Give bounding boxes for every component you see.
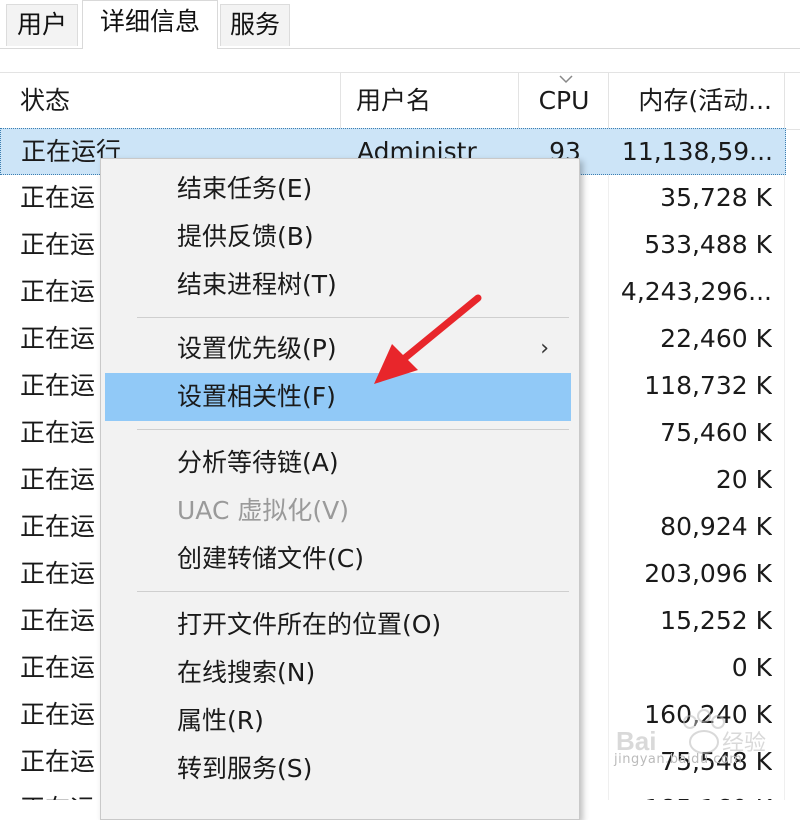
cell-memory: 0 K	[731, 653, 772, 682]
watermark-url: jingyan.baidu.com	[614, 752, 743, 767]
table-header: 状态 用户名 CPU 内存(活动...	[0, 72, 800, 130]
cell-memory: 118,732 K	[644, 371, 772, 400]
cell-memory: 4,243,296...	[620, 277, 772, 306]
menu-item-go-to-services[interactable]: 转到服务(S)	[105, 745, 571, 793]
cell-memory: 80,924 K	[660, 512, 772, 541]
menu-item-label: 设置优先级(P)	[177, 334, 337, 363]
cell-memory: 15,252 K	[660, 606, 772, 635]
menu-item-set-affinity[interactable]: 设置相关性(F)	[105, 373, 571, 421]
tab-details[interactable]: 详细信息	[82, 0, 218, 49]
column-divider[interactable]	[608, 73, 609, 129]
tab-users[interactable]: 用户	[6, 4, 78, 46]
menu-item-provide-feedback[interactable]: 提供反馈(B)	[105, 213, 571, 261]
cell-memory: 75,460 K	[660, 418, 772, 447]
chevron-right-icon: ›	[540, 336, 549, 361]
cell-memory: 203,096 K	[644, 559, 772, 588]
tab-bar: 用户 详细信息 服务	[0, 0, 800, 49]
column-divider[interactable]	[518, 73, 519, 129]
baidu-watermark-logo: Bai 经验	[616, 709, 766, 756]
menu-item-set-priority[interactable]: 设置优先级(P) ›	[105, 325, 571, 373]
column-header-username[interactable]: 用户名	[356, 73, 516, 129]
menu-item-open-file-location[interactable]: 打开文件所在的位置(O)	[105, 601, 571, 649]
column-divider[interactable]	[784, 73, 785, 129]
cell-memory: 22,460 K	[660, 324, 772, 353]
column-divider[interactable]	[340, 73, 341, 129]
cell-memory: 35,728 K	[660, 183, 772, 212]
cell-memory: 20 K	[715, 465, 772, 494]
menu-separator	[137, 429, 569, 430]
menu-separator	[137, 317, 569, 318]
menu-item-end-task[interactable]: 结束任务(E)	[105, 165, 571, 213]
menu-item-properties[interactable]: 属性(R)	[105, 697, 571, 745]
red-arrow-icon	[374, 294, 482, 384]
context-menu: 结束任务(E) 提供反馈(B) 结束进程树(T) 设置优先级(P) › 设置相关…	[100, 158, 580, 820]
column-header-status[interactable]: 状态	[20, 73, 320, 129]
menu-item-end-process-tree[interactable]: 结束进程树(T)	[105, 261, 571, 309]
sort-chevron-down-icon	[558, 72, 574, 86]
tab-services[interactable]: 服务	[220, 4, 290, 46]
menu-item-create-dump-file[interactable]: 创建转储文件(C)	[105, 535, 571, 583]
menu-item-uac-virtualization[interactable]: UAC 虚拟化(V)	[105, 487, 571, 535]
cell-memory: 11,138,59...	[621, 137, 773, 166]
menu-separator	[137, 591, 569, 592]
menu-item-analyze-wait-chain[interactable]: 分析等待链(A)	[105, 439, 571, 487]
cell-memory: 533,488 K	[644, 230, 772, 259]
menu-item-search-online[interactable]: 在线搜索(N)	[105, 649, 571, 697]
column-header-memory[interactable]: 内存(活动...	[616, 73, 786, 129]
